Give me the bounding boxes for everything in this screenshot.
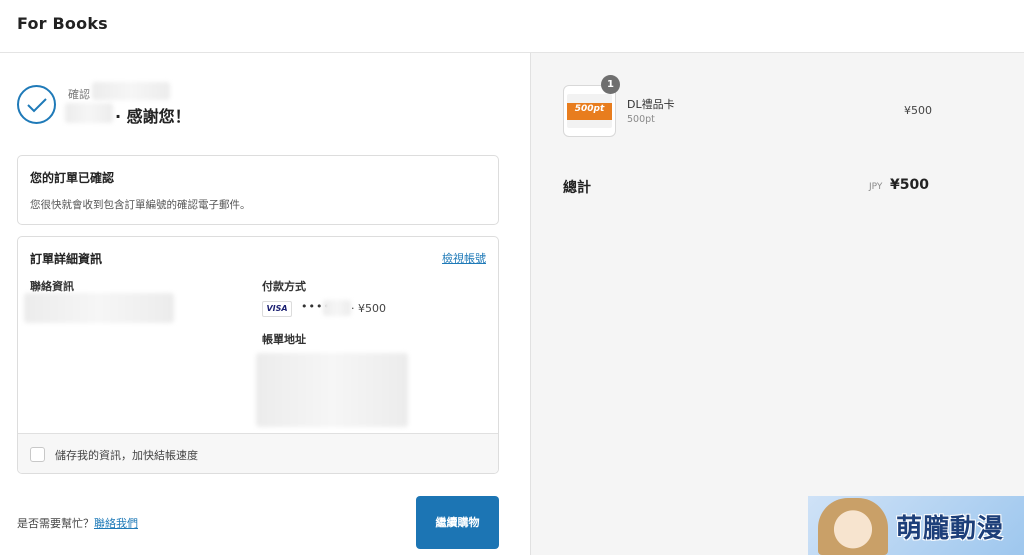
billing-address-label: 帳單地址 bbox=[262, 333, 306, 346]
payment-amount: · ¥500 bbox=[351, 302, 386, 315]
help-text: 是否需要幫忙？聯絡我們 bbox=[17, 515, 138, 531]
save-info-label[interactable]: 儲存我的資訊，加快結帳速度 bbox=[55, 447, 198, 463]
header: For Books bbox=[0, 0, 1024, 53]
thank-you-heading: · 感謝您！ bbox=[115, 107, 191, 126]
total-currency: JPY bbox=[869, 182, 883, 192]
redacted-customer-name bbox=[65, 103, 113, 123]
total-label: 總計 bbox=[563, 180, 591, 196]
contact-info-label: 聯絡資訊 bbox=[30, 280, 74, 293]
store-brand[interactable]: For Books bbox=[17, 14, 108, 33]
order-confirmed-description: 您很快就會收到包含訂單編號的確認電子郵件。 bbox=[30, 199, 251, 211]
total-value: ¥500 bbox=[890, 177, 929, 193]
order-confirmed-title: 您的訂單已確認 bbox=[30, 171, 115, 185]
site-watermark: 萌朧動漫 bbox=[808, 496, 1024, 555]
product-variant: 500pt bbox=[627, 114, 655, 125]
gift-card-image: 500pt bbox=[567, 94, 612, 128]
save-info-checkbox[interactable] bbox=[30, 447, 45, 462]
continue-shopping-button[interactable]: 繼續購物 bbox=[416, 496, 499, 549]
order-details-title: 訂單詳細資訊 bbox=[30, 252, 103, 266]
thumbnail-text: 500pt bbox=[574, 104, 605, 114]
order-confirmed-card: 您的訂單已確認 您很快就會收到包含訂單編號的確認電子郵件。 bbox=[17, 155, 499, 225]
order-details-card: 訂單詳細資訊 檢視帳號 聯絡資訊 付款方式 VISA •••• · ¥500 帳… bbox=[17, 236, 499, 474]
redacted-order-number bbox=[92, 82, 170, 100]
product-name: DL禮品卡 bbox=[627, 98, 675, 111]
anime-character-logo-icon bbox=[818, 498, 888, 555]
visa-card-icon: VISA bbox=[262, 301, 292, 317]
save-info-row: 儲存我的資訊，加快結帳速度 bbox=[18, 433, 498, 473]
confirmation-label: 確認 bbox=[68, 88, 90, 101]
redacted-card-digits bbox=[323, 300, 351, 316]
redacted-billing-address bbox=[256, 353, 408, 427]
payment-method-label: 付款方式 bbox=[262, 280, 306, 293]
redacted-contact-info bbox=[24, 293, 174, 323]
contact-us-link[interactable]: 聯絡我們 bbox=[94, 517, 138, 530]
help-question: 是否需要幫忙？ bbox=[17, 517, 94, 530]
product-price: ¥500 bbox=[904, 104, 932, 117]
checkmark-icon bbox=[17, 85, 56, 124]
watermark-text: 萌朧動漫 bbox=[896, 514, 1005, 544]
view-account-link[interactable]: 檢視帳號 bbox=[442, 250, 486, 266]
quantity-badge: 1 bbox=[601, 75, 620, 94]
